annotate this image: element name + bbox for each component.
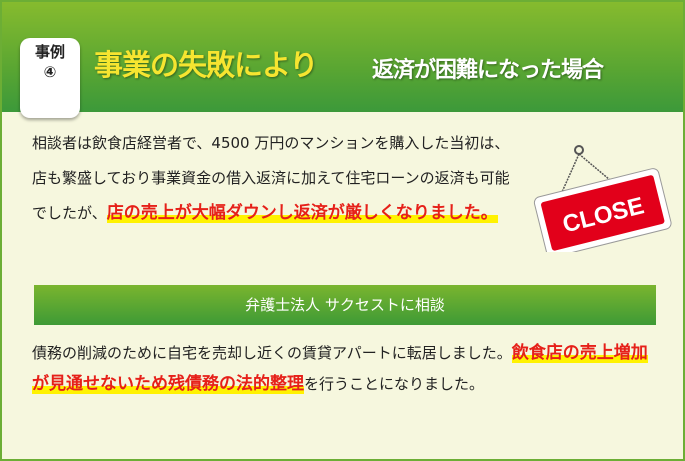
result-text: 債務の削減のために自宅を売却し近くの賃貸アパートに転居しました。	[32, 344, 512, 362]
close-sign-icon: CLOSE	[533, 145, 672, 252]
case-card: 事例 ④ 事業の失敗により 返済が困難になった場合 相談者は飲食店経営者で、45…	[0, 0, 685, 461]
case-description: 相談者は飲食店経営者で、4500 万円のマンションを購入した当初は、店も繁盛して…	[32, 126, 520, 231]
header: 事例 ④ 事業の失敗により 返済が困難になった場合	[2, 2, 683, 118]
case-badge: 事例 ④	[20, 38, 80, 118]
title-sub: 返済が困難になった場合	[372, 58, 604, 83]
result-description: 債務の削減のために自宅を売却し近くの賃貸アパートに転居しました。飲食店の売上増加…	[32, 338, 652, 400]
consult-banner: 弁護士法人 サクセストに相談	[34, 285, 656, 325]
badge-number: ④	[43, 63, 57, 81]
title-main: 事業の失敗により	[94, 48, 318, 82]
result-text-end: を行うことになりました。	[304, 375, 485, 393]
case-highlight: 店の売上が大幅ダウンし返済が厳しくなりました。	[106, 203, 498, 223]
badge-label: 事例	[34, 43, 65, 61]
